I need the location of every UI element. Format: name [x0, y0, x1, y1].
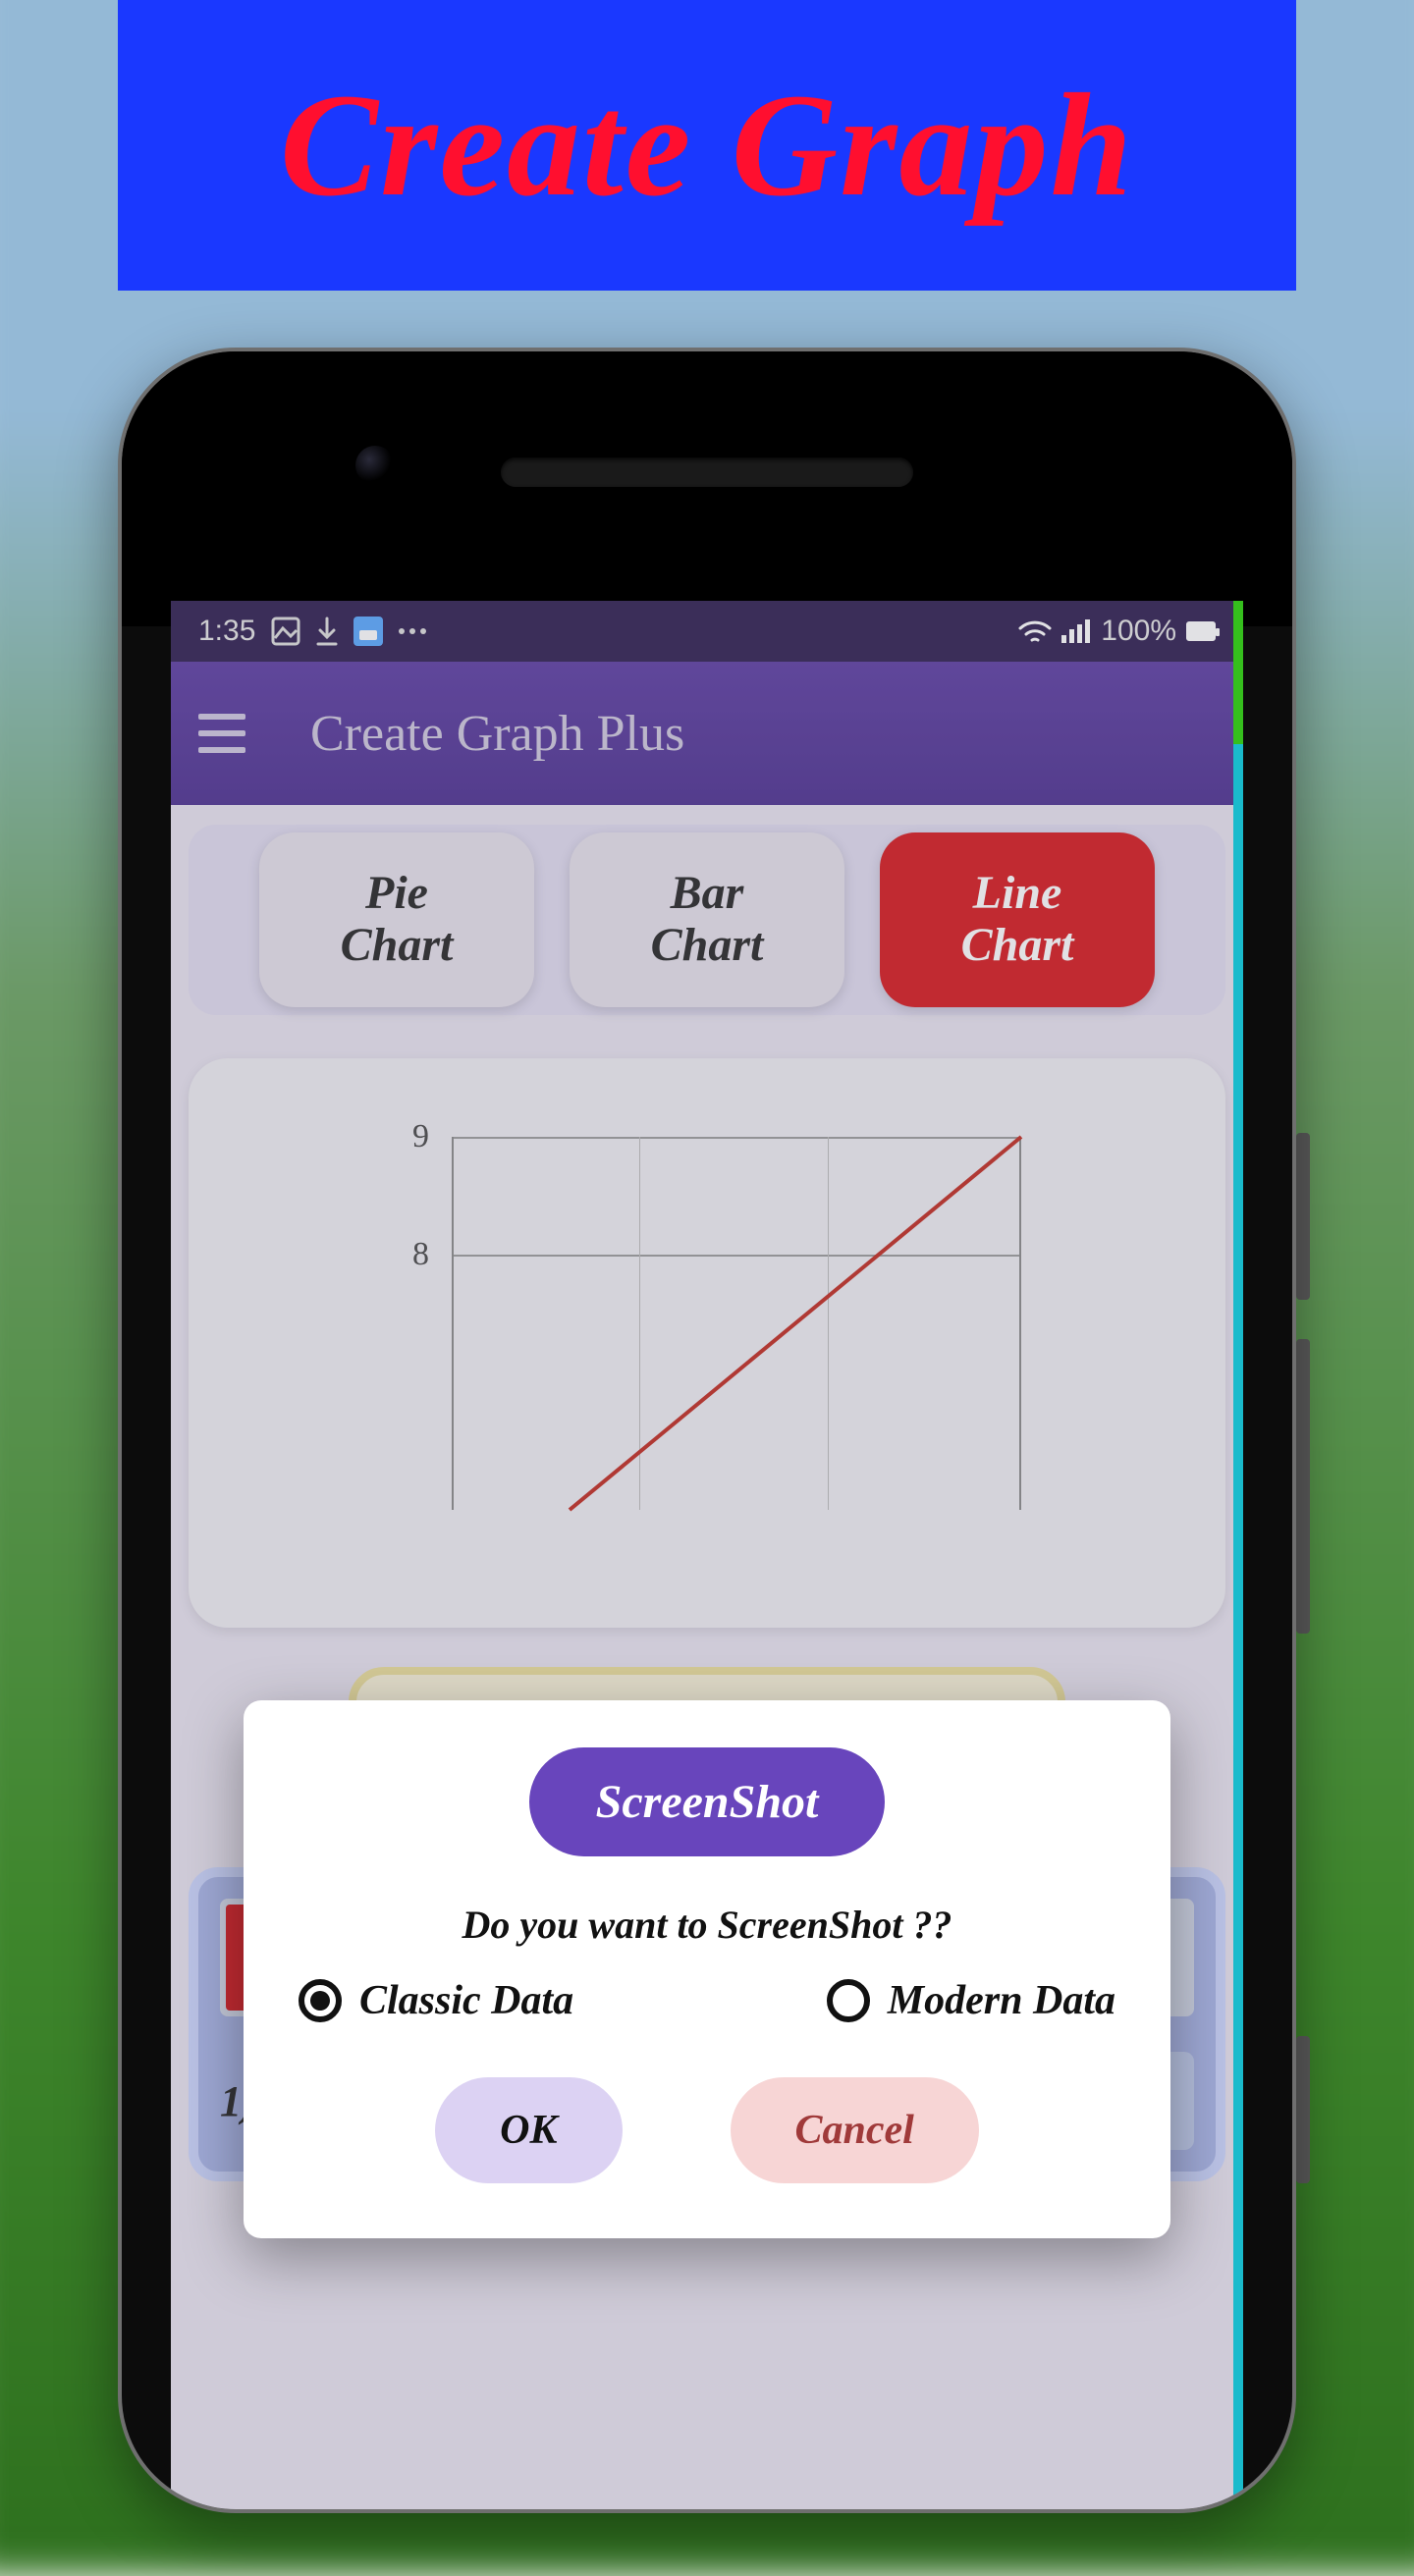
download-icon [316, 617, 338, 646]
radio-label: Classic Data [359, 1977, 573, 2024]
radio-selected-icon [299, 1979, 342, 2022]
dialog-question: Do you want to ScreenShot ?? [283, 1902, 1131, 1948]
app-bar: Create Graph Plus [171, 662, 1243, 805]
screenshot-pill-button[interactable]: ScreenShot [529, 1747, 886, 1856]
battery-icon [1186, 621, 1216, 641]
line-chart: 9 8 [393, 1137, 1021, 1510]
wifi-icon [1018, 618, 1052, 644]
app-title: Create Graph Plus [310, 705, 684, 763]
radio-modern-data[interactable]: Modern Data [827, 1977, 1115, 2024]
more-notifications-icon [399, 628, 426, 634]
tab-bar-chart[interactable]: Bar Chart [570, 832, 844, 1007]
y-tick-label: 8 [412, 1236, 429, 1273]
status-battery-percent: 100% [1101, 615, 1176, 648]
phone-camera [355, 446, 395, 485]
line-series-1 [452, 1137, 1021, 1510]
phone-mockup: 1:35 100% [118, 348, 1296, 2513]
tab-pie-chart[interactable]: Pie Chart [259, 832, 534, 1007]
phone-side-button [1296, 1339, 1310, 1634]
y-tick-label: 9 [412, 1118, 429, 1155]
phone-side-button [1296, 1133, 1310, 1300]
image-icon [271, 617, 300, 646]
radio-classic-data[interactable]: Classic Data [299, 1977, 573, 2024]
status-bar: 1:35 100% [171, 601, 1243, 662]
hamburger-menu-icon[interactable] [198, 714, 245, 753]
screen-edge-accent [1233, 601, 1243, 2509]
radio-unselected-icon [827, 1979, 870, 2022]
chart-type-tabs: Pie Chart Bar Chart Line Chart [189, 825, 1225, 1015]
cancel-button[interactable]: Cancel [731, 2077, 979, 2183]
phone-side-button [1296, 2036, 1310, 2183]
promo-banner-title: Create Graph [280, 61, 1134, 230]
phone-bezel [122, 351, 1292, 626]
phone-speaker [501, 457, 913, 487]
signal-icon [1061, 619, 1091, 643]
chart-preview-card: 9 8 [189, 1058, 1225, 1628]
promo-banner: Create Graph [118, 0, 1296, 291]
screenshot-dialog: ScreenShot Do you want to ScreenShot ?? … [244, 1700, 1170, 2238]
ok-button[interactable]: OK [435, 2077, 622, 2183]
status-time: 1:35 [198, 615, 255, 648]
app-notification-icon [354, 617, 383, 646]
radio-label: Modern Data [888, 1977, 1115, 2024]
tab-line-chart[interactable]: Line Chart [880, 832, 1155, 1007]
